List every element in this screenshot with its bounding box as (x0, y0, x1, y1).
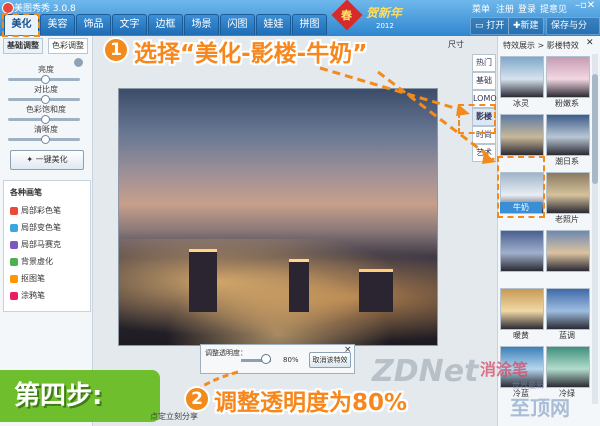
site-sub-watermark: 世界最新 (512, 381, 544, 390)
site-watermark: 至顶网 (510, 396, 570, 420)
step2-number-badge: 2 (184, 386, 210, 412)
status-text: 点定立刻分享 (150, 412, 198, 421)
eraser-watermark: 消涂笔 (480, 360, 529, 379)
arrow-to-studio (319, 66, 469, 114)
arrow-to-milk (377, 70, 495, 162)
zdnet-watermark: ZDNet (372, 354, 479, 389)
arrow-head-icon (482, 152, 496, 164)
step1-number-badge: 1 (103, 37, 129, 63)
step-four-banner: 第四步: (0, 370, 160, 422)
step1-instruction: 选择“美化-影楼-牛奶” (134, 41, 368, 67)
arrow-head-icon (456, 104, 470, 116)
